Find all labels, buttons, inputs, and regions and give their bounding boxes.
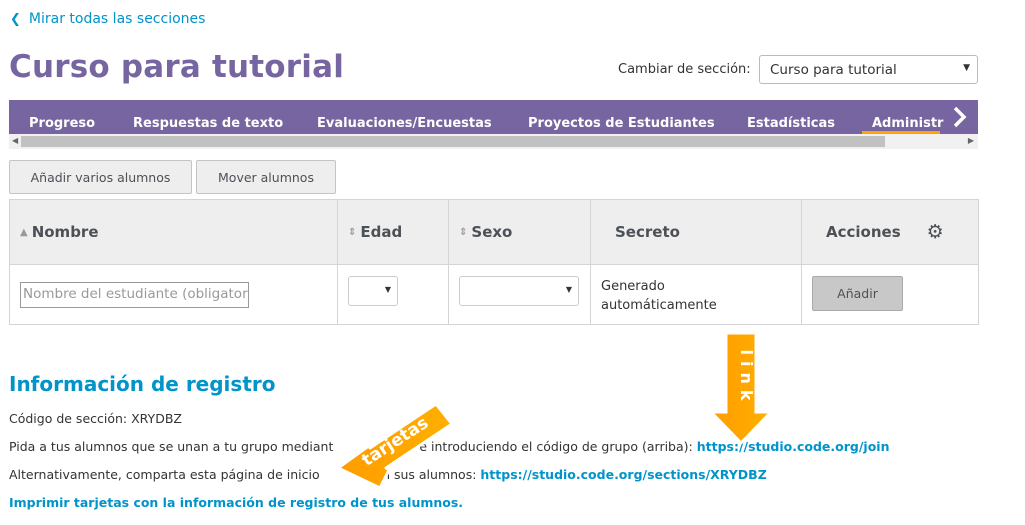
join-link[interactable]: https://studio.code.org/join (697, 439, 890, 454)
alt-text-middle: con sus alumnos: (363, 467, 481, 482)
alternative-line: Alternativamente, comparta esta página d… (9, 467, 767, 482)
scroll-left-icon[interactable]: ◀ (12, 136, 18, 145)
add-multiple-students-button[interactable]: Añadir varios alumnos (9, 160, 192, 194)
tab-text-responses[interactable]: Respuestas de texto (133, 116, 283, 131)
header-label: Edad (360, 223, 403, 241)
back-link[interactable]: ❮ Mirar todas las secciones (10, 11, 205, 27)
new-student-secret-cell: Generado automáticamente (591, 264, 802, 324)
registration-heading: Información de registro (9, 372, 276, 396)
page-title: Curso para tutorial (9, 49, 345, 85)
print-cards-link[interactable]: Imprimir tarjetas con la información de … (9, 495, 463, 510)
tab-scrollbar[interactable]: ◀ ▶ (9, 134, 978, 149)
dropdown-arrow-icon: ▼ (384, 285, 391, 294)
section-select[interactable]: Curso para tutorial ▼ (759, 55, 978, 84)
chevron-right-icon[interactable] (951, 104, 969, 130)
dropdown-arrow-icon: ▼ (565, 285, 572, 294)
link-arrow-icon: link (707, 331, 775, 446)
scrollbar-thumb[interactable] (21, 136, 885, 147)
tab-bar: Progreso Respuestas de texto Evaluacione… (9, 100, 978, 134)
column-header-gender[interactable]: ⇕ Sexo (449, 200, 591, 264)
scroll-right-icon[interactable]: ▶ (968, 136, 974, 145)
new-student-gender-cell: ▼ (449, 264, 591, 324)
sort-up-icon: ▲ (20, 226, 28, 238)
sort-icon: ⇕ (348, 226, 357, 238)
column-header-age[interactable]: ⇕ Edad (338, 200, 449, 264)
link-arrow-label: link (737, 350, 756, 407)
column-header-secret: Secreto (591, 200, 802, 264)
dropdown-arrow-icon: ▼ (963, 63, 970, 73)
column-header-actions: Acciones ⚙ (802, 200, 978, 264)
column-header-name[interactable]: ▲ Nombre (10, 200, 338, 264)
chevron-left-icon: ❮ (10, 11, 21, 27)
section-link[interactable]: https://studio.code.org/sections/XRYDBZ (480, 467, 766, 482)
tab-manage[interactable]: Administr (872, 116, 943, 131)
add-student-button[interactable]: Añadir (812, 276, 903, 311)
sort-icon: ⇕ (459, 226, 468, 238)
header-label: Sexo (471, 223, 513, 241)
tab-stats[interactable]: Estadísticas (747, 116, 835, 131)
join-text-middle: e introduciendo el código de grupo (arri… (419, 439, 697, 454)
header-label: Acciones (826, 223, 901, 241)
tab-progress[interactable]: Progreso (29, 116, 95, 131)
join-instructions-line: Pida a tus alumnos que se unan a tu grup… (9, 439, 889, 454)
gender-select[interactable]: ▼ (459, 276, 579, 306)
alt-text-prefix: Alternativamente, comparta esta página d… (9, 467, 324, 482)
section-select-value: Curso para tutorial (770, 62, 897, 78)
header-label: Nombre (31, 223, 99, 241)
new-student-name-cell: Nombre del estudiante (obligatorio) (10, 264, 338, 324)
new-student-age-cell: ▼ (338, 264, 449, 324)
join-text-prefix: Pida a tus alumnos que se unan a tu grup… (9, 439, 334, 454)
move-students-button[interactable]: Mover alumnos (196, 160, 336, 194)
section-code-line: Código de sección: XRYDBZ (9, 411, 182, 426)
student-name-input[interactable]: Nombre del estudiante (obligatorio) (20, 282, 249, 308)
header-label: Secreto (615, 223, 680, 241)
gear-icon[interactable]: ⚙ (927, 221, 944, 243)
new-student-actions-cell: Añadir (802, 264, 978, 324)
secret-value: Generado automáticamente (601, 279, 717, 313)
age-select[interactable]: ▼ (348, 276, 398, 306)
tab-student-projects[interactable]: Proyectos de Estudiantes (528, 116, 715, 131)
tab-assessments[interactable]: Evaluaciones/Encuestas (317, 116, 492, 131)
section-switch-label: Cambiar de sección: (618, 62, 751, 77)
students-table: ▲ Nombre ⇕ Edad ⇕ Sexo Secreto Acciones … (9, 199, 979, 325)
back-link-label: Mirar todas las secciones (28, 11, 206, 27)
